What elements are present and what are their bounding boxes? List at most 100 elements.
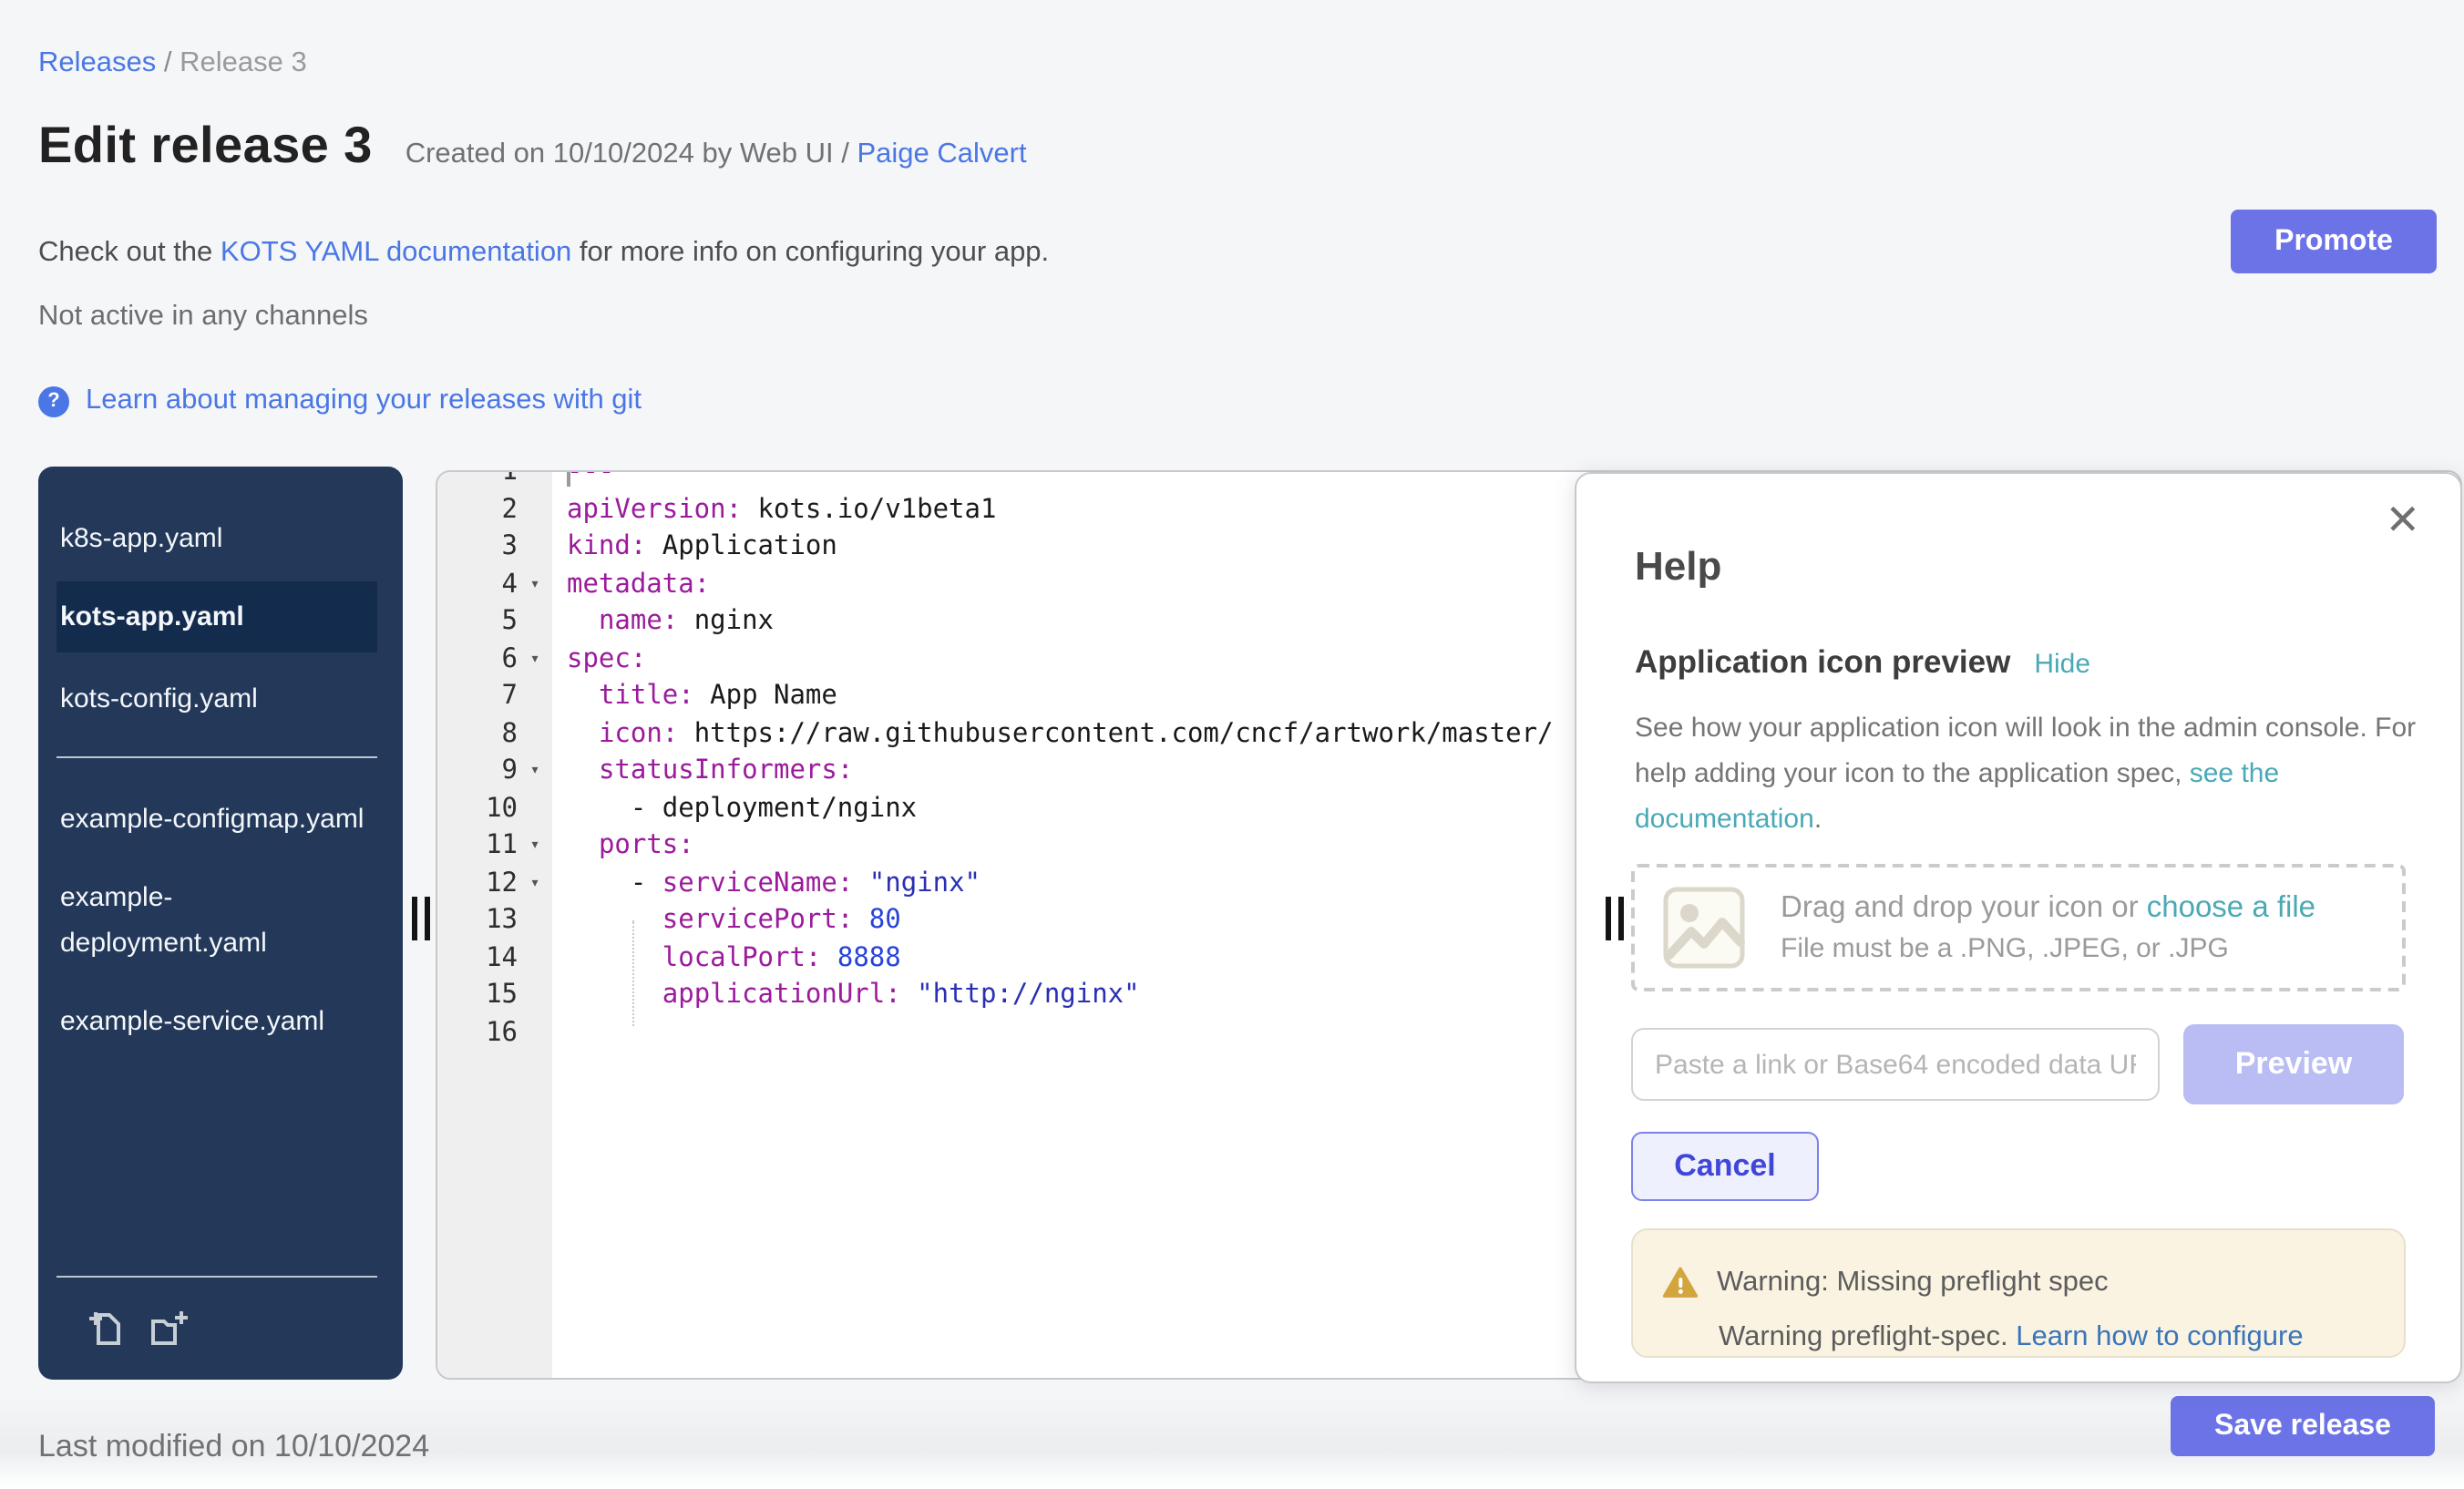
line-number: 5 <box>437 603 518 641</box>
dropzone-text: Drag and drop your icon or choose a file… <box>1781 891 2315 964</box>
fold-gutter <box>518 1014 552 1052</box>
channel-status: Not active in any channels <box>38 301 368 334</box>
code-text: apiVersion: kots.io/v1beta1 <box>552 491 996 529</box>
fold-arrow-icon[interactable]: ▾ <box>518 865 552 902</box>
file-item-k8s-app.yaml[interactable]: k8s-app.yaml <box>38 503 403 574</box>
fold-arrow-icon[interactable]: ▾ <box>518 827 552 865</box>
file-tree-sidebar: k8s-app.yamlkots-app.yaml kots-config.yam… <box>38 467 403 1380</box>
help-panel: ✕ Help Application icon preview Hide See… <box>1575 472 2462 1383</box>
fold-gutter <box>518 940 552 977</box>
line-number: 11 <box>437 827 518 865</box>
line-number: 16 <box>437 1014 518 1052</box>
fold-gutter <box>518 491 552 529</box>
fold-arrow-icon[interactable]: ▾ <box>518 753 552 790</box>
line-number: 14 <box>437 940 518 977</box>
icon-url-input[interactable] <box>1631 1028 2160 1101</box>
code-text: spec: <box>552 641 646 678</box>
help-resize-handle[interactable] <box>1606 897 1624 940</box>
line-number: 8 <box>437 715 518 753</box>
help-title: Help <box>1635 543 2406 590</box>
line-number: 15 <box>437 977 518 1014</box>
fold-gutter <box>518 790 552 827</box>
hide-link[interactable]: Hide <box>2034 649 2090 680</box>
last-modified: Last modified on 10/10/2024 <box>38 1429 429 1465</box>
promote-button[interactable]: Promote <box>2231 210 2437 273</box>
breadcrumb: Releases / Release 3 <box>38 47 307 80</box>
line-number: 6 <box>437 641 518 678</box>
line-number: 2 <box>437 491 518 529</box>
file-list: k8s-app.yamlkots-app.yaml kots-config.yam… <box>38 467 403 1057</box>
indent-guide <box>632 920 634 1026</box>
dropzone-file-types: File must be a .PNG, .JPEG, or .JPG <box>1781 933 2315 964</box>
preview-button[interactable]: Preview <box>2183 1024 2404 1104</box>
line-number: 10 <box>437 790 518 827</box>
sidebar-resize-handle[interactable] <box>412 897 430 940</box>
release-editor-page: Releases / Release 3 Edit release 3 Crea… <box>0 0 2464 1489</box>
breadcrumb-separator: / <box>156 47 180 78</box>
code-text: ports: <box>552 827 694 865</box>
code-text: --- <box>552 470 614 491</box>
fold-gutter <box>518 603 552 641</box>
fold-gutter <box>518 678 552 715</box>
question-circle-icon: ? <box>38 385 69 416</box>
section-description: See how your application icon will look … <box>1635 705 2418 842</box>
fold-gutter <box>518 977 552 1014</box>
git-releases-link[interactable]: Learn about managing your releases with … <box>86 385 642 417</box>
file-list-divider <box>56 756 377 758</box>
sidebar-actions <box>56 1276 377 1380</box>
code-text: - serviceName: "nginx" <box>552 865 980 902</box>
code-text: statusInformers: <box>552 753 853 790</box>
warning-text: Warning: Missing preflight spec <box>1717 1267 2109 1299</box>
file-item-example-service.yaml[interactable]: example-service.yaml <box>38 986 403 1057</box>
title-row: Edit release 3 Created on 10/10/2024 by … <box>38 117 1027 175</box>
file-item-kots-config.yaml[interactable]: kots-config.yaml <box>38 663 403 734</box>
code-text: icon: https://raw.githubusercontent.com/… <box>552 715 1554 753</box>
file-item-example-configmap.yaml[interactable]: example-configmap.yaml <box>38 784 403 855</box>
file-item-example-deployment.yaml[interactable]: example-deployment.yaml <box>38 862 403 979</box>
fold-gutter <box>518 902 552 940</box>
line-number: 7 <box>437 678 518 715</box>
save-release-button[interactable]: Save release <box>2171 1396 2435 1456</box>
code-text: applicationUrl: "http://nginx" <box>552 977 1140 1014</box>
doc-hint: Check out the KOTS YAML documentation fo… <box>38 237 1049 270</box>
icon-url-row: Preview <box>1631 1024 2406 1104</box>
code-text: kind: Application <box>552 529 837 566</box>
file-item-kots-app.yaml[interactable]: kots-app.yaml <box>56 581 377 652</box>
code-text: title: App Name <box>552 678 837 715</box>
line-number: 4 <box>437 566 518 603</box>
cancel-button[interactable]: Cancel <box>1631 1132 1819 1201</box>
learn-configure-link[interactable]: Learn how to configure <box>2016 1321 2303 1352</box>
code-text: - deployment/nginx <box>552 790 917 827</box>
fold-arrow-icon[interactable]: ▾ <box>518 566 552 603</box>
icon-dropzone[interactable]: Drag and drop your icon or choose a file… <box>1631 864 2406 991</box>
fold-gutter <box>518 715 552 753</box>
release-meta: Created on 10/10/2024 by Web UI / Paige … <box>406 139 1027 171</box>
close-icon[interactable]: ✕ <box>2385 499 2420 541</box>
preflight-warning: Warning: Missing preflight spec Warning … <box>1631 1228 2406 1358</box>
add-file-icon[interactable] <box>86 1309 126 1349</box>
section-heading: Application icon preview <box>1635 643 2010 682</box>
code-text: servicePort: 80 <box>552 902 901 940</box>
author-link[interactable]: Paige Calvert <box>857 139 1026 169</box>
code-text: localPort: 8888 <box>552 940 901 977</box>
line-number: 1 <box>437 470 518 491</box>
choose-file-link[interactable]: choose a file <box>2147 891 2315 924</box>
warning-triangle-icon <box>1662 1265 1699 1301</box>
icon-preview-section-header: Application icon preview Hide <box>1635 643 2406 682</box>
line-number: 12 <box>437 865 518 902</box>
fold-gutter <box>518 470 552 491</box>
fold-arrow-icon[interactable]: ▾ <box>518 641 552 678</box>
add-folder-icon[interactable] <box>149 1309 190 1349</box>
git-help-line: ? Learn about managing your releases wit… <box>38 385 642 417</box>
code-text: name: nginx <box>552 603 774 641</box>
warning-detail: Warning preflight-spec. Learn how to con… <box>1719 1321 2375 1354</box>
line-number: 9 <box>437 753 518 790</box>
code-text <box>552 1014 567 1052</box>
page-title: Edit release 3 <box>38 117 373 175</box>
breadcrumb-releases-link[interactable]: Releases <box>38 47 156 78</box>
line-number: 3 <box>437 529 518 566</box>
image-placeholder-icon <box>1662 886 1746 970</box>
fold-gutter <box>518 529 552 566</box>
line-number: 13 <box>437 902 518 940</box>
kots-yaml-doc-link[interactable]: KOTS YAML documentation <box>221 237 571 268</box>
